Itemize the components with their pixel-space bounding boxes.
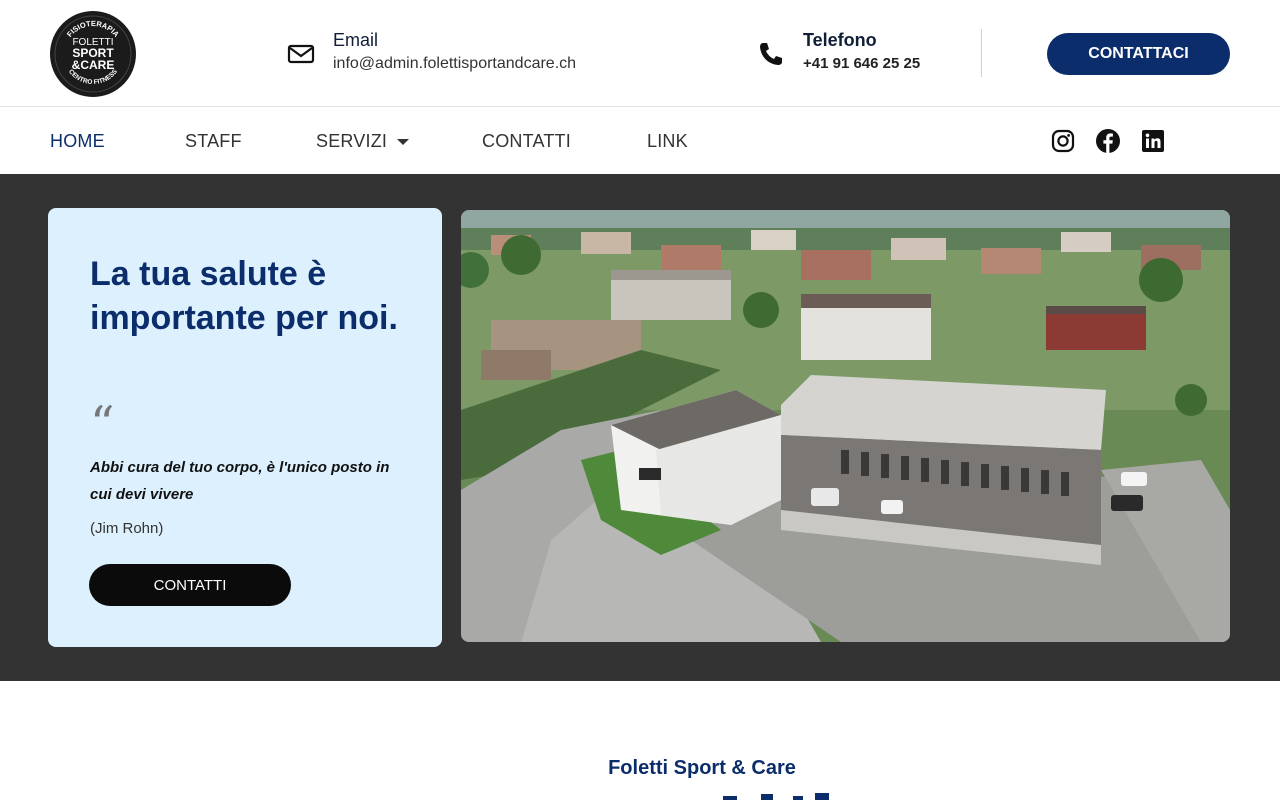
linkedin-icon[interactable] [1141,129,1165,153]
aerial-photo-graphic [461,210,1230,642]
top-bar: FISIOTERAPIA CENTRO FITNESS FOLETTI SPOR… [0,0,1280,107]
hero-section: La tua salute è importante per noi. “ Ab… [0,174,1280,681]
email-title: Email [333,30,379,50]
nav-item-servizi[interactable]: SERVIZI [316,130,410,152]
quote-author: (Jim Rohn) [90,520,164,537]
hero-quote: Abbi cura del tuo corpo, è l'unico posto… [90,459,390,503]
quote-mark-icon: “ [90,396,115,452]
main-nav: HOME STAFF SERVIZI CONTATTI LINK [0,108,1280,174]
hero-heading: La tua salute è importante per noi. [90,255,398,337]
nav-item-contatti[interactable]: CONTATTI [482,130,571,152]
email-contact: Email info@admin.folettisportandcare.ch [287,28,576,76]
brand-logo[interactable]: FISIOTERAPIA CENTRO FITNESS FOLETTI SPOR… [50,11,136,97]
instagram-icon[interactable] [1051,129,1075,153]
phone-icon [757,40,785,68]
contatti-button[interactable]: CONTATTI [89,564,291,606]
phone-contact: Telefono +41 91 646 25 25 [757,28,920,76]
section-heading-fragment [723,793,829,800]
logo-graphic: FISIOTERAPIA CENTRO FITNESS FOLETTI SPOR… [51,12,135,96]
nav-item-staff[interactable]: STAFF [185,130,242,152]
hero-card: La tua salute è importante per noi. “ Ab… [48,208,442,647]
header-divider [981,29,982,77]
facebook-icon[interactable] [1096,129,1120,153]
nav-item-servizi-label: SERVIZI [316,131,388,151]
section-title: Foletti Sport & Care [608,757,796,779]
contattaci-button[interactable]: CONTATTACI [1047,33,1230,75]
phone-value[interactable]: +41 91 646 25 25 [803,52,920,76]
envelope-icon [287,40,315,68]
nav-item-home[interactable]: HOME [50,130,105,152]
email-value[interactable]: info@admin.folettisportandcare.ch [333,52,576,76]
nav-item-link[interactable]: LINK [647,130,688,152]
logo-line3: &CARE [72,58,115,72]
hero-aerial-image [461,210,1230,642]
chevron-down-icon [397,139,410,146]
phone-title: Telefono [803,30,877,50]
